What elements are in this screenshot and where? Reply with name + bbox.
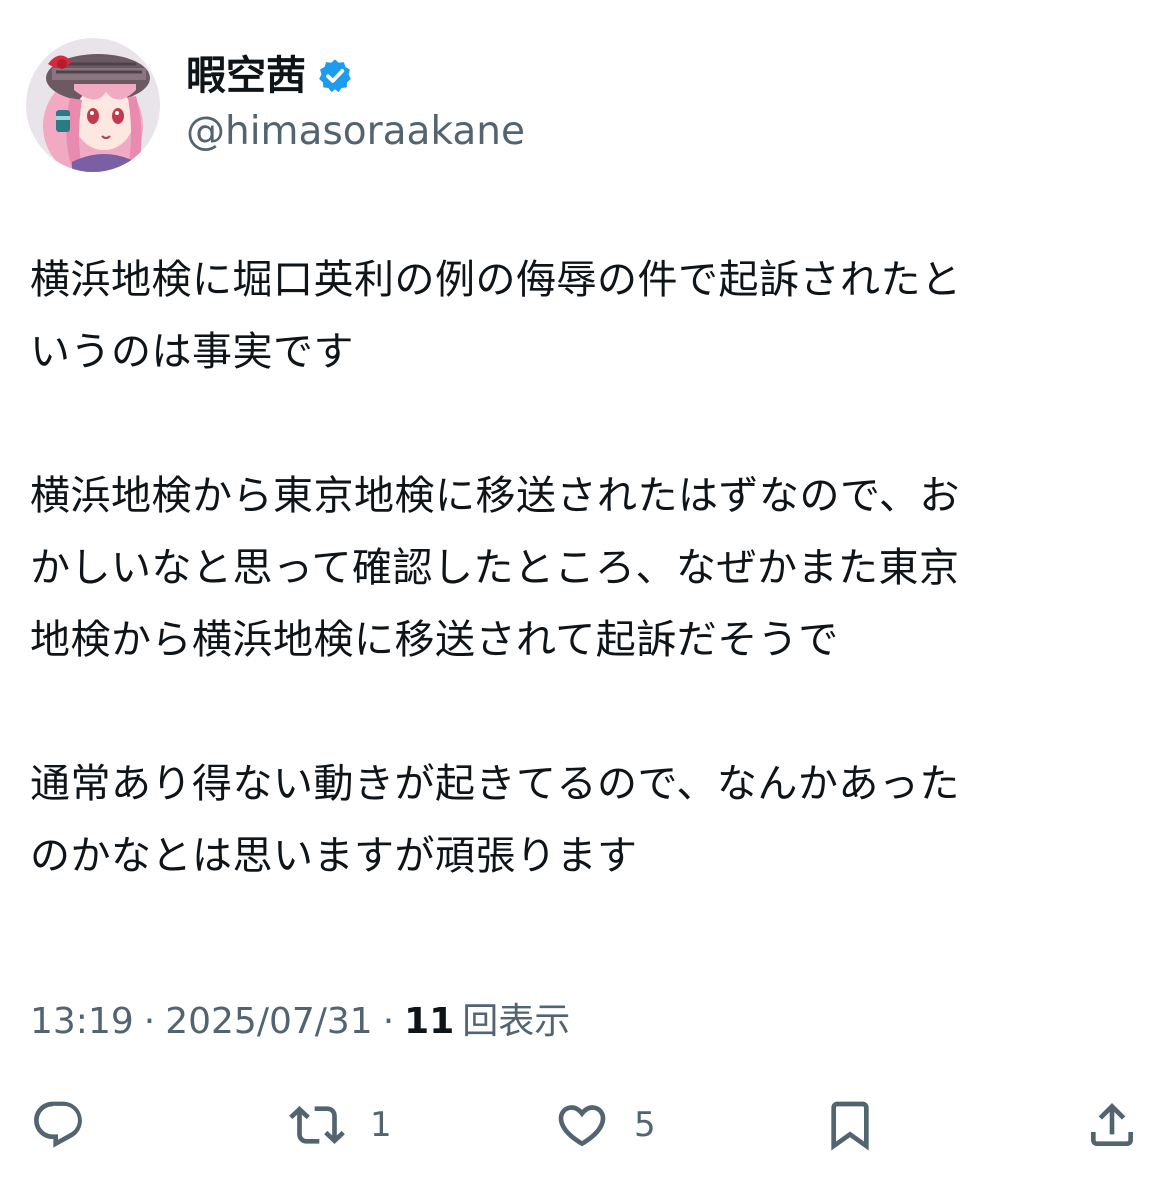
- reply-button[interactable]: [30, 1090, 86, 1160]
- author-name-row[interactable]: 暇空茜: [186, 52, 354, 100]
- bookmark-icon: [831, 1101, 869, 1151]
- verified-badge-icon: [319, 59, 351, 93]
- reply-icon: [34, 1101, 82, 1148]
- tweet-date[interactable]: 2025/07/31: [165, 998, 373, 1046]
- tweet-line: 通常あり得ない動きが起きてるので、なんかあった: [30, 761, 960, 807]
- meta-separator: ·: [382, 1001, 395, 1042]
- tweet-line: 横浜地検に堀口英利の例の侮辱の件で起訴されたと: [30, 257, 962, 303]
- tweet-text: 横浜地検に堀口英利の例の侮辱の件で起訴されたと いうのは事実です 横浜地検から東…: [30, 244, 1130, 892]
- share-icon: [1091, 1103, 1133, 1146]
- bookmark-button[interactable]: [822, 1090, 878, 1160]
- meta-separator: ·: [143, 1001, 156, 1042]
- tweet-line: 横浜地検から東京地検に移送されたはずなので、お: [30, 473, 960, 519]
- avatar[interactable]: [26, 38, 160, 172]
- tweet-meta: 13:19 · 2025/07/31 · 11 回表示: [30, 998, 570, 1046]
- tweet-line: 地検から横浜地検に移送されて起訴だそうで: [30, 617, 839, 663]
- heart-icon: [558, 1105, 606, 1147]
- share-button[interactable]: [1084, 1090, 1140, 1160]
- retweet-button[interactable]: 1: [286, 1090, 392, 1160]
- tweet-line: のかなとは思いますが頑張ります: [30, 833, 638, 879]
- anime-character-avatar-icon: [26, 38, 160, 172]
- display-name[interactable]: 暇空茜: [186, 52, 306, 100]
- like-button[interactable]: 5: [552, 1090, 656, 1160]
- author-handle[interactable]: @himasoraakane: [186, 108, 525, 156]
- tweet-line: いうのは事実です: [30, 329, 354, 375]
- retweet-icon: [289, 1106, 345, 1144]
- tweet-time[interactable]: 13:19: [30, 998, 134, 1046]
- views-label: 回表示: [462, 1001, 571, 1042]
- tweet-line: かしいなと思って確認したところ、なぜかまた東京: [30, 545, 960, 591]
- views-count: 11: [404, 1001, 455, 1042]
- like-count: 5: [634, 1105, 656, 1145]
- retweet-count: 1: [370, 1105, 392, 1145]
- action-bar: 1 5: [0, 1090, 1170, 1160]
